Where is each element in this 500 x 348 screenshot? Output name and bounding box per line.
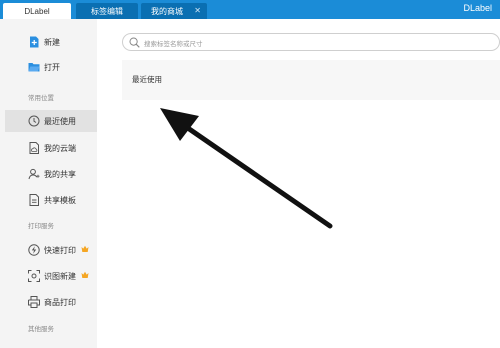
lightning-icon	[28, 244, 40, 256]
close-icon[interactable]: ✕	[194, 6, 201, 15]
scan-icon	[28, 270, 40, 282]
folder-open-icon	[28, 63, 40, 72]
new-label: 新建	[44, 38, 60, 47]
template-icon	[29, 194, 39, 206]
new-file-icon	[30, 36, 39, 48]
sidebar-item-shared[interactable]: 我的共享	[0, 163, 97, 185]
sidebar: 新建 打开 常用位置 最近使用 我的云端 我的共享 共享模板 打印服务 快速打印…	[0, 19, 97, 348]
tab-my-store-label: 我的商城	[151, 6, 183, 16]
sidebar-item-templates-label: 共享模板	[44, 196, 76, 205]
tab-dlabel-label: DLabel	[24, 6, 50, 16]
sidebar-item-cloud-label: 我的云端	[44, 144, 76, 153]
sidebar-item-product-print-label: 商品打印	[44, 298, 76, 307]
printer-icon	[28, 296, 40, 308]
section-common-locations: 常用位置	[28, 95, 54, 102]
sidebar-item-quick-print-label: 快速打印	[44, 246, 76, 255]
vip-crown-icon	[81, 245, 89, 252]
tab-label-edit[interactable]: 标签编辑	[76, 3, 138, 19]
sidebar-item-templates[interactable]: 共享模板	[0, 189, 97, 211]
sidebar-item-image-create[interactable]: 识图新建	[0, 265, 97, 287]
recent-section-header: 最近使用	[122, 60, 500, 100]
search-input[interactable]: 搜索标签名称或尺寸	[122, 33, 500, 51]
app-brand: DLabel	[463, 3, 492, 13]
sidebar-item-recent-label: 最近使用	[44, 117, 76, 126]
sidebar-item-shared-label: 我的共享	[44, 170, 76, 179]
user-share-icon	[28, 168, 40, 180]
clock-icon	[28, 115, 40, 127]
cloud-document-icon	[29, 142, 39, 154]
section-other-services: 其他服务	[28, 326, 54, 333]
open-label: 打开	[44, 63, 60, 72]
sidebar-item-quick-print[interactable]: 快速打印	[0, 239, 97, 261]
sidebar-item-recent[interactable]: 最近使用	[5, 110, 97, 132]
search-placeholder: 搜索标签名称或尺寸	[144, 41, 203, 48]
title-bar: DLabel 标签编辑 我的商城 ✕ DLabel	[0, 0, 500, 19]
sidebar-item-image-create-label: 识图新建	[44, 272, 76, 281]
tab-label-edit-label: 标签编辑	[91, 6, 123, 16]
tab-dlabel[interactable]: DLabel	[3, 3, 71, 19]
open-button[interactable]: 打开	[0, 56, 97, 78]
search-icon	[129, 37, 140, 48]
tab-my-store[interactable]: 我的商城 ✕	[141, 3, 207, 19]
sidebar-item-product-print[interactable]: 商品打印	[0, 291, 97, 313]
section-print-services: 打印服务	[28, 223, 54, 230]
new-button[interactable]: 新建	[0, 31, 97, 53]
sidebar-item-cloud[interactable]: 我的云端	[0, 137, 97, 159]
recent-section-title: 最近使用	[132, 75, 162, 84]
vip-crown-icon	[81, 271, 89, 278]
